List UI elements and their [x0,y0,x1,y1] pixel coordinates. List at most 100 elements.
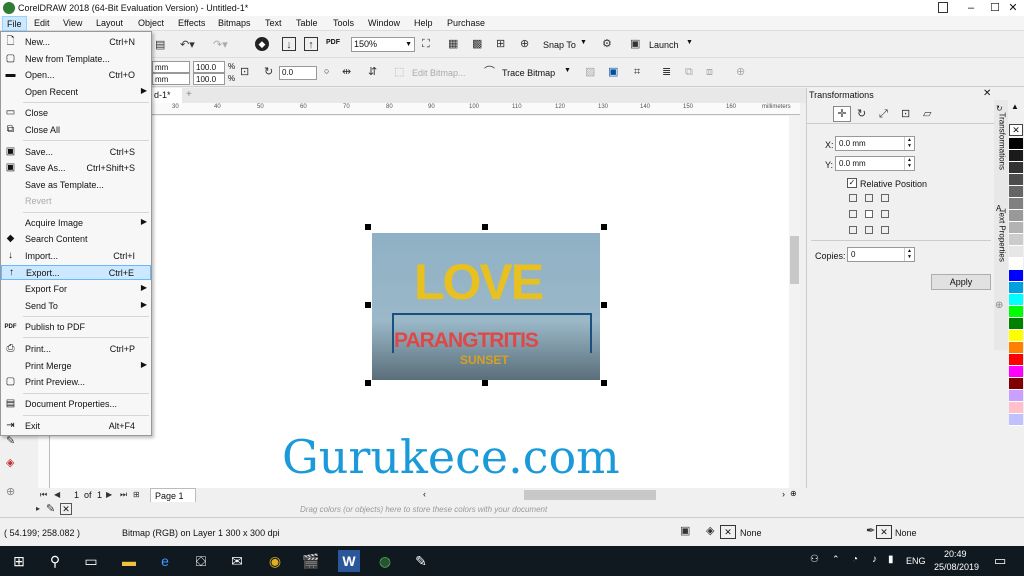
anchor-point[interactable] [865,194,873,202]
color-swatch[interactable] [1009,294,1023,306]
menu-layout[interactable]: Layout [96,18,123,28]
file-menu-close[interactable]: ▭ Close [1,106,151,121]
menu-view[interactable]: View [63,18,82,28]
selection-handle[interactable] [482,380,488,386]
selection-handle[interactable] [365,302,371,308]
eyedropper-palette-icon[interactable]: ✎ [46,502,55,516]
previous-page-icon[interactable]: ◀ [54,488,60,502]
rotation-angle-field[interactable]: 0.0 [279,66,317,80]
file-menu-send-to[interactable]: Send To ▶ [1,299,151,314]
last-page-icon[interactable]: ⏭ [120,488,127,502]
file-menu-save-as-template[interactable]: Save as Template... [1,178,151,193]
menu-edit[interactable]: Edit [34,18,50,28]
palette-menu-icon[interactable]: ▸ [36,502,40,516]
page-1-tab[interactable]: Page 1 [150,488,196,502]
skew-tab-icon[interactable]: ▱ [923,107,931,121]
store-icon[interactable]: ⛋ [190,550,212,572]
file-menu-print-merge[interactable]: Print Merge ▶ [1,359,151,374]
file-menu-search-content[interactable]: ◆ Search Content [1,232,151,247]
add-docker-icon[interactable]: ⊕ [995,300,1003,311]
publish-pdf-icon[interactable]: PDF [326,39,340,46]
file-menu-import[interactable]: ↓ Import... Ctrl+I [1,249,151,264]
people-icon[interactable]: ⚇ [810,554,819,565]
grid-icon[interactable]: ▩ [472,37,482,51]
color-swatch[interactable] [1009,258,1023,270]
menu-table[interactable]: Table [296,18,318,28]
input-language[interactable]: ENG [906,556,926,566]
menu-text[interactable]: Text [265,18,282,28]
undo-icon[interactable]: ↶▾ [180,38,195,52]
paste-icon[interactable]: ▤ [155,38,165,52]
wifi-icon[interactable]: ◔ [852,554,858,565]
file-explorer-icon[interactable]: ▬ [118,550,140,572]
mirror-horizontal-icon[interactable]: ⇹ [342,65,351,79]
height-field[interactable]: mm [152,73,190,85]
edit-bitmap-button[interactable]: Edit Bitmap... [412,68,466,78]
document-tab[interactable]: d-1* [152,88,182,103]
menu-window[interactable]: Window [368,18,400,28]
launch-dropdown-icon[interactable]: ▼ [686,39,693,46]
coreldraw-taskbar-icon[interactable]: ◍ [374,550,396,572]
file-menu-new[interactable]: 🗋 New... Ctrl+N [1,35,151,50]
snap-to-button[interactable]: Snap To [543,40,576,50]
mail-icon[interactable]: ✉ [226,550,248,572]
color-swatch[interactable] [1009,246,1023,258]
add-tool-icon[interactable]: ⊕ [6,485,15,499]
anchor-point[interactable] [881,226,889,234]
horizontal-scroll-thumb[interactable] [524,490,656,500]
vertical-scrollbar[interactable] [789,116,800,488]
word-icon[interactable]: W [338,550,360,572]
selection-handle[interactable] [601,380,607,386]
combine-icon[interactable]: ⧉ [685,65,693,79]
redo-icon[interactable]: ↷▾ [213,38,228,52]
color-swatch[interactable] [1009,198,1023,210]
palette-scroll-up-icon[interactable]: ▲ [1011,102,1019,111]
anchor-point[interactable] [849,226,857,234]
clock-date[interactable]: 25/08/2019 [934,562,979,572]
anchor-point[interactable] [881,194,889,202]
scale-tab-icon[interactable]: ⤢ [879,107,888,121]
color-swatch[interactable] [1009,354,1023,366]
task-view-icon[interactable]: ▭ [80,550,102,572]
copies-input[interactable]: 0 ▲ ▼ [847,247,915,262]
anchor-point[interactable] [865,226,873,234]
lock-ratio-icon[interactable]: ⊡ [240,65,249,79]
search-icon[interactable]: ⚲ [44,550,66,572]
menu-help[interactable]: Help [414,18,433,28]
color-swatch[interactable] [1009,306,1023,318]
trace-bitmap-icon[interactable]: ⌒ [484,65,495,79]
launch-icon[interactable]: ▣ [630,37,640,51]
color-swatch[interactable] [1009,402,1023,414]
color-swatch[interactable] [1009,138,1023,150]
edge-browser-icon[interactable]: e [154,550,176,572]
docker-close-icon[interactable]: ✕ [983,88,991,99]
file-menu-new-from-template[interactable]: ▢ New from Template... [1,52,151,67]
color-swatch[interactable] [1009,162,1023,174]
bitmap-image[interactable]: LOVE PARANGTRITIS SUNSET [372,233,600,380]
menu-tools[interactable]: Tools [333,18,354,28]
color-swatch[interactable] [1009,234,1023,246]
import-icon[interactable]: ↓ [282,37,296,51]
menu-bitmaps[interactable]: Bitmaps [218,18,251,28]
fill-icon[interactable]: ◈ [6,456,14,470]
menu-effects[interactable]: Effects [178,18,205,28]
trace-bitmap-dropdown-icon[interactable]: ▼ [564,67,571,74]
search-content-icon[interactable]: ◆ [255,37,269,51]
rotate-icon[interactable]: ↻ [264,65,273,79]
apply-button[interactable]: Apply [931,274,991,290]
file-menu-export-for[interactable]: Export For ▶ [1,282,151,297]
color-swatch[interactable] [1009,330,1023,342]
scroll-right-icon[interactable]: › [782,489,785,499]
break-apart-icon[interactable]: ⧈ [706,65,713,79]
next-page-icon[interactable]: ▶ [106,488,112,502]
selection-handle[interactable] [365,380,371,386]
user-account-icon[interactable] [938,2,948,13]
zoom-fit-icon[interactable]: ⊕ [790,489,797,498]
rulers-icon[interactable]: ▦ [448,37,458,51]
close-button[interactable]: ✕ [1000,0,1024,16]
relative-position-checkbox[interactable]: ✓ [847,178,857,188]
x-position-input[interactable]: 0.0 mm ▲ ▼ [835,136,915,151]
drawing-canvas[interactable]: LOVE PARANGTRITIS SUNSET Gurukece.com [50,116,800,488]
scroll-left-icon[interactable]: ‹ [423,489,426,499]
no-fill-swatch-icon[interactable]: ✕ [1009,124,1023,136]
